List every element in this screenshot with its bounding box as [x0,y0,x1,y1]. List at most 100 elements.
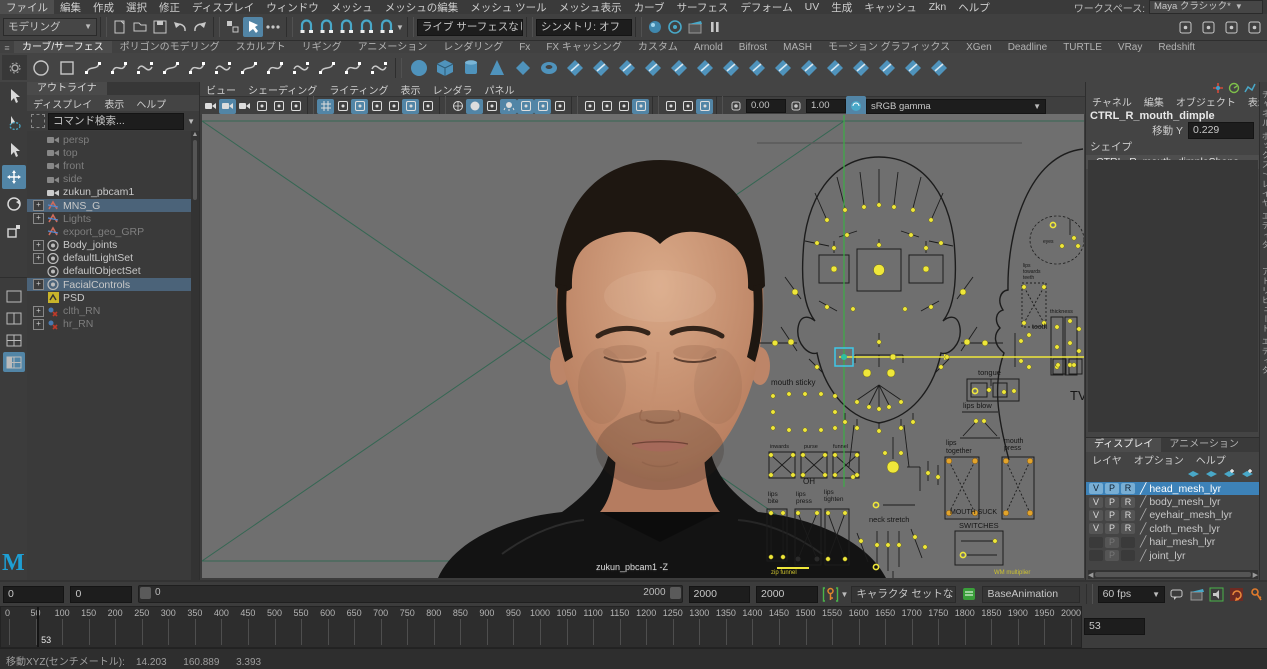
camera-icon[interactable] [219,99,236,114]
motion-blur-icon[interactable] [551,99,568,114]
screen-space-ao-icon[interactable] [534,99,551,114]
gate-mask-icon[interactable] [368,99,385,114]
select-component-icon[interactable] [263,17,283,37]
menu-4[interactable]: 修正 [153,0,186,15]
paint-select-tool-icon[interactable] [2,138,26,162]
menu-10[interactable]: メッシュ表示 [553,0,628,15]
range-slider[interactable]: 02000 [138,585,683,603]
current-frame-field[interactable]: 53 [1084,618,1145,635]
nurbs-cube-icon[interactable] [432,55,457,80]
rotate-tool-icon[interactable] [2,192,26,216]
range-slider-right-handle[interactable] [670,587,681,599]
nurbs-square-icon[interactable] [54,55,79,80]
undo-icon[interactable] [170,17,190,37]
menu-8[interactable]: メッシュの編集 [379,0,465,15]
outliner-item-Body_joints[interactable]: +Body_joints [27,239,191,252]
step-forward-key-button[interactable] [1222,619,1237,633]
layer-menu-1[interactable]: オプション [1128,452,1190,467]
wireframe-icon[interactable] [449,99,466,114]
outliner-item-MNS_G[interactable]: +MNS_G [27,199,191,212]
untrim-icon[interactable] [796,55,821,80]
current-time-marker[interactable] [37,607,39,647]
outliner-item-FacialControls[interactable]: +FacialControls [27,278,191,291]
ep-curve-icon[interactable] [132,55,157,80]
layer-v-toggle[interactable]: V [1089,483,1103,494]
anim-layer-icon[interactable] [959,584,979,604]
outliner-tab[interactable]: アウトライナ [27,82,107,95]
camera-attributes-icon[interactable] [236,99,253,114]
attr-value-field[interactable]: 0.229 [1188,122,1254,139]
set-key-icon[interactable] [821,584,841,604]
play-backwards-button[interactable] [1192,619,1207,633]
nurbs-cylinder-icon[interactable] [458,55,483,80]
select-tool-icon[interactable] [2,84,26,108]
snap-grid-icon[interactable] [296,17,316,37]
humanik-icon[interactable] [1198,17,1218,37]
2d-pan-zoom-icon[interactable] [287,99,304,114]
channelbox-menu-1[interactable]: 編集 [1138,94,1170,109]
rebuild-curve-icon[interactable] [340,55,365,80]
ipr-render-icon[interactable] [665,17,685,37]
layer-v-toggle[interactable] [1089,550,1103,561]
outliner-menu-0[interactable]: ディスプレイ [27,96,98,111]
view-transform-select[interactable]: sRGB gamma▼ [866,99,1046,114]
layer-r-toggle[interactable] [1121,537,1135,548]
nurbs-plane-icon[interactable] [510,55,535,80]
rebuild-surface-icon[interactable] [900,55,925,80]
cv-curve-icon[interactable] [80,55,105,80]
attach-curves-icon[interactable] [210,55,235,80]
layer-tab-1[interactable]: アニメーション [1161,438,1247,452]
live-surface-field[interactable]: ライブ サーフェスなし [417,19,523,36]
character-set-select[interactable]: キャラクタ セットなし [851,586,956,603]
trim-icon[interactable] [770,55,795,80]
menu-17[interactable]: Zkn [923,1,953,13]
planar-icon[interactable] [614,55,639,80]
shadows-icon[interactable] [517,99,534,114]
continuous-loop-icon[interactable] [1227,584,1247,604]
image-plane-icon[interactable] [270,99,287,114]
select-camera-icon[interactable] [202,99,219,114]
play-forwards-button[interactable] [1207,619,1222,633]
shaded-icon[interactable] [466,99,483,114]
go-to-end-button[interactable] [1252,619,1267,633]
scene-render-icon[interactable] [696,99,713,114]
project-curve-icon[interactable] [848,55,873,80]
layer-r-toggle[interactable] [1121,550,1135,561]
viewport-menu-1[interactable]: シェーディング [242,82,323,97]
viewport-menu-2[interactable]: ライティング [323,82,394,97]
playback-end-field[interactable]: 2000 [756,586,817,603]
layer-row-head_mesh_lyr[interactable]: VPR╱head_mesh_lyr [1086,482,1260,495]
circular-fillet-icon[interactable] [718,55,743,80]
two-pane-layout-icon[interactable] [3,308,25,328]
snap-view-plane-icon[interactable] [376,17,396,37]
snap-curve-icon[interactable] [316,17,336,37]
outliner-item-front[interactable]: front [27,159,191,172]
menu-0[interactable]: ファイル [0,0,54,15]
manipulator-icon[interactable] [1212,82,1224,94]
view-transform-icon[interactable] [846,96,866,116]
plugin-shelf-icon[interactable] [662,99,679,114]
layer-r-toggle[interactable]: R [1121,497,1135,508]
fps-select[interactable]: 60 fps▼ [1098,586,1165,603]
layer-r-toggle[interactable]: R [1121,483,1135,494]
layer-row-eyehair_mesh_lyr[interactable]: VPR╱eyehair_mesh_lyr [1086,509,1260,522]
viewport-panel[interactable]: ビューシェーディングライティング表示レンダラパネル 0.001.00sRGB g… [199,82,1086,580]
outliner-item-defaultObjectSet[interactable]: defaultObjectSet [27,265,191,278]
menu-14[interactable]: UV [799,1,826,13]
xray-icon[interactable] [615,99,632,114]
expand-toggle-icon[interactable]: + [33,279,44,290]
menu-6[interactable]: ウィンドウ [260,0,325,15]
layer-selected-icon[interactable] [1205,468,1218,479]
layer-r-toggle[interactable]: R [1121,523,1135,534]
snapshot-icon[interactable] [679,99,696,114]
freeform-fillet-icon[interactable] [744,55,769,80]
expand-toggle-icon[interactable]: + [33,213,44,224]
sculpt-surface-icon[interactable] [926,55,951,80]
viewport-menu-0[interactable]: ビュー [200,82,242,97]
shelf-menu-icon[interactable]: ≡ [0,43,14,53]
open-scene-icon[interactable] [130,17,150,37]
menu-1[interactable]: 編集 [54,0,87,15]
step-forward-frame-button[interactable] [1237,619,1252,633]
outliner-tree[interactable]: persptopfrontsidezukun_pbcam1+MNS_G+Ligh… [27,131,191,580]
menu-9[interactable]: メッシュ ツール [464,0,552,15]
